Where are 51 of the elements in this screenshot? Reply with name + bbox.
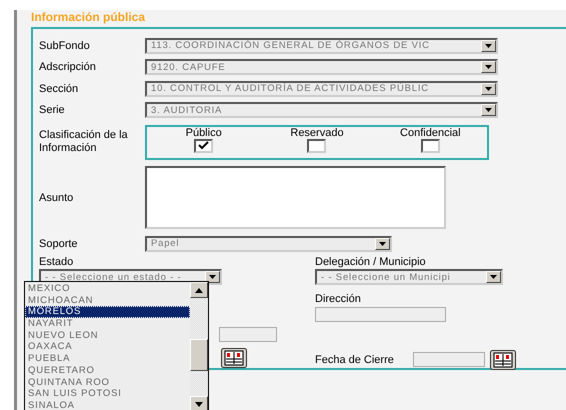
caret-icon — [209, 275, 216, 279]
list-option[interactable]: OAXACA — [25, 341, 190, 354]
field-label: Estado — [39, 255, 74, 269]
option-label: Confidencial — [400, 126, 461, 138]
list-option[interactable]: QUERETARO — [25, 364, 190, 376]
down-arrow-icon[interactable] — [195, 402, 203, 406]
field-label: Serie — [39, 104, 66, 116]
dropdown-select[interactable]: Papel — [145, 236, 392, 252]
calendar-icon[interactable] — [221, 348, 247, 368]
field-label: Asunto — [39, 192, 74, 204]
field-label: Soporte — [39, 238, 79, 250]
text-area[interactable] — [145, 166, 446, 229]
field-label: SubFondo — [39, 40, 91, 52]
option-label: Reservado — [290, 126, 344, 138]
list-option[interactable]: SINALOA — [25, 400, 190, 410]
field-label: Clasificación de la Información — [39, 129, 129, 155]
dropdown-select[interactable]: 9120. CAPUFE — [145, 59, 498, 76]
field-label: Adscripción — [39, 61, 97, 74]
checkbox[interactable] — [307, 138, 326, 152]
list-option[interactable]: NUEVO LEON — [25, 330, 190, 342]
up-arrow-icon[interactable] — [195, 288, 203, 292]
checkbox[interactable] — [194, 138, 214, 152]
calendar-icon[interactable] — [490, 350, 516, 370]
dropdown-select[interactable]: - - Seleccione un Municipi — [315, 269, 503, 285]
option-label: Público — [186, 126, 222, 138]
dropdown-select[interactable]: 113. COORDINACIÓN GENERAL DE ÓRGANOS DE VIC — [145, 38, 498, 54]
caret-icon — [485, 108, 492, 112]
checkbox[interactable] — [420, 138, 440, 152]
dropdown-select[interactable]: 3. AUDITORIA — [145, 102, 498, 118]
caret-icon — [485, 44, 492, 48]
field-label: Fecha de Cierre — [315, 352, 395, 367]
field-label: Delegación / Municipio — [315, 255, 427, 269]
list-option[interactable]: QUINTANA ROO — [25, 376, 190, 388]
field-label: Dirección — [315, 292, 362, 306]
list-option[interactable]: NAYARIT — [25, 318, 190, 330]
field-label: Sección — [39, 82, 80, 95]
caret-icon — [379, 242, 386, 246]
section-title: Información pública — [31, 10, 146, 26]
caret-icon — [490, 275, 497, 279]
dropdown-select[interactable]: 10. CONTROL Y AUDITORÍA DE ACTIVIDADES PÚBLIC — [145, 80, 498, 97]
list-option[interactable]: MEXICO — [25, 283, 190, 295]
list-option[interactable]: MICHOACAN — [25, 294, 190, 306]
list-option[interactable]: SAN LUIS POTOSI — [25, 388, 190, 400]
input-field[interactable] — [315, 307, 446, 322]
list-option[interactable]: MORELOS — [25, 306, 190, 318]
input-field[interactable] — [219, 327, 277, 342]
caret-icon — [485, 65, 492, 70]
caret-icon — [485, 86, 492, 91]
input-field[interactable] — [413, 352, 485, 368]
list-option[interactable]: PUEBLA — [25, 353, 190, 365]
scrollbar[interactable] — [190, 282, 208, 410]
